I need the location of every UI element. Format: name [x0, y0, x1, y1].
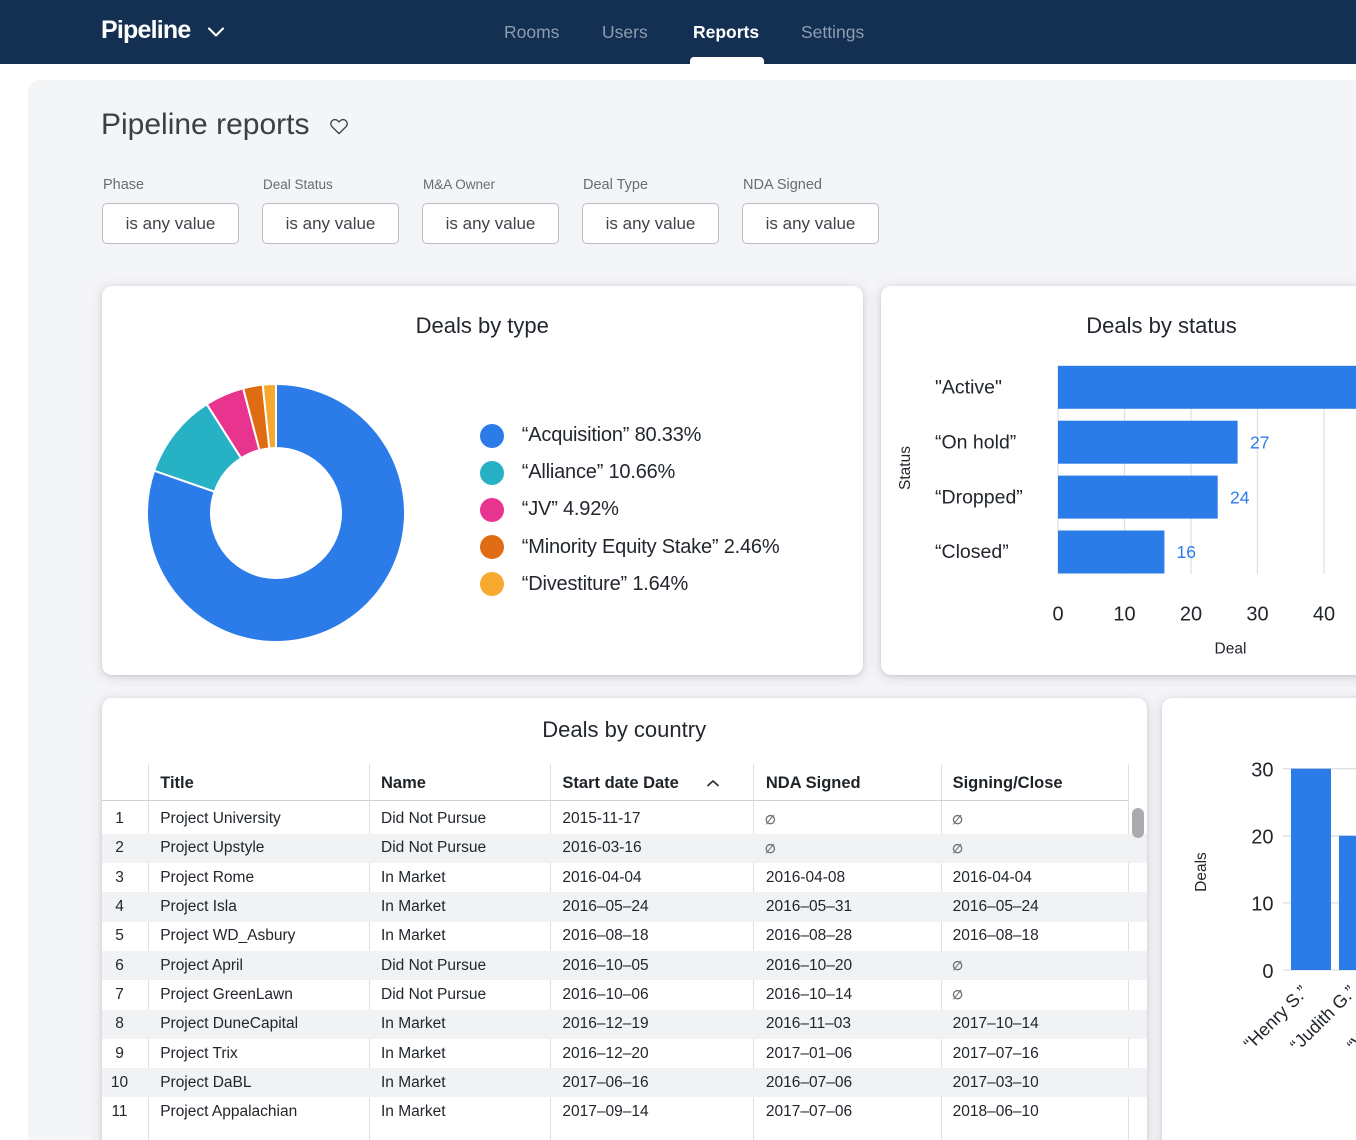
svg-text:“Dropped”: “Dropped” [935, 486, 1023, 508]
svg-text:Deal: Deal [1214, 641, 1246, 658]
svg-text:30: 30 [1251, 759, 1273, 781]
svg-text:Deals: Deals [1193, 851, 1210, 891]
svg-text:30: 30 [1246, 604, 1268, 626]
svg-text:16: 16 [1176, 542, 1195, 562]
svg-text:20: 20 [1179, 604, 1201, 626]
svg-text:24: 24 [1230, 487, 1250, 507]
svg-text:10: 10 [1251, 893, 1273, 915]
svg-text:“On hold”: “On hold” [935, 431, 1016, 453]
svg-text:27: 27 [1250, 432, 1269, 452]
svg-text:0: 0 [1262, 960, 1273, 982]
svg-text:10: 10 [1113, 604, 1135, 626]
svg-text:"Active": "Active" [935, 377, 1002, 399]
svg-text:20: 20 [1251, 826, 1273, 848]
svg-text:Status: Status [897, 446, 914, 490]
svg-text:40: 40 [1312, 604, 1334, 626]
svg-text:0: 0 [1052, 604, 1063, 626]
svg-text:“Closed”: “Closed” [935, 541, 1009, 563]
